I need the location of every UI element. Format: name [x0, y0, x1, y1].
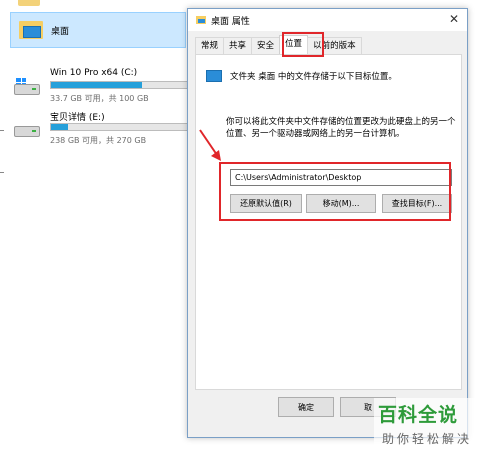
desktop-icon	[206, 70, 222, 82]
explorer-pane: 桌面 Win 10 Pro x64 (C:) 33.7 GB 可用，共 100 …	[0, 0, 190, 458]
tab-strip: 常规 共享 安全 位置 以前的版本	[195, 35, 362, 54]
ok-button[interactable]: 确定	[278, 397, 334, 417]
properties-dialog: 桌面 属性 ✕ 常规 共享 安全 位置 以前的版本 文件夹 桌面 中的文件存储于…	[187, 8, 468, 438]
tab-highlight	[282, 32, 324, 57]
folder-icon	[196, 16, 206, 24]
divider	[0, 172, 4, 173]
drive-e[interactable]: 宝贝详情 (E:) 238 GB 可用，共 270 GB	[14, 110, 190, 150]
close-icon[interactable]: ✕	[447, 12, 461, 26]
drive-name: Win 10 Pro x64 (C:)	[50, 68, 138, 78]
folder-icon	[18, 0, 40, 6]
drive-usage-bar	[50, 123, 190, 131]
watermark-title: 百科全说	[378, 404, 459, 426]
location-panel: 文件夹 桌面 中的文件存储于以下目标位置。 你可以将此文件夹中文件存储的位置更改…	[195, 54, 462, 390]
watermark-subtitle: 助你轻松解决	[382, 432, 473, 446]
dialog-title: 桌面 属性	[211, 16, 250, 27]
drive-space: 238 GB 可用，共 270 GB	[50, 136, 147, 145]
red-arrow-icon	[199, 129, 221, 161]
path-highlight	[219, 162, 451, 221]
drive-name: 宝贝详情 (E:)	[50, 113, 105, 123]
drive-space: 33.7 GB 可用，共 100 GB	[50, 94, 149, 103]
drive-c[interactable]: Win 10 Pro x64 (C:) 33.7 GB 可用，共 100 GB	[14, 68, 190, 108]
drive-icon	[14, 120, 40, 140]
watermark: 百科全说 助你轻松解决	[374, 398, 496, 454]
location-description: 你可以将此文件夹中文件存储的位置更改为此硬盘上的另一个位置、另一个驱动器或网络上…	[226, 117, 456, 139]
tab-security[interactable]: 安全	[251, 37, 281, 54]
tab-general[interactable]: 常规	[195, 37, 225, 54]
desktop-label: 桌面	[51, 26, 70, 37]
windows-drive-icon	[14, 78, 40, 98]
desktop-folder-icon	[19, 19, 45, 41]
desktop-item[interactable]: 桌面	[10, 12, 186, 48]
info-text: 文件夹 桌面 中的文件存储于以下目标位置。	[230, 72, 397, 82]
divider	[0, 130, 4, 131]
titlebar[interactable]: 桌面 属性 ✕	[188, 9, 467, 31]
drive-usage-bar	[50, 81, 190, 89]
tab-sharing[interactable]: 共享	[223, 37, 253, 54]
folder-info: 文件夹 桌面 中的文件存储于以下目标位置。	[206, 70, 397, 82]
